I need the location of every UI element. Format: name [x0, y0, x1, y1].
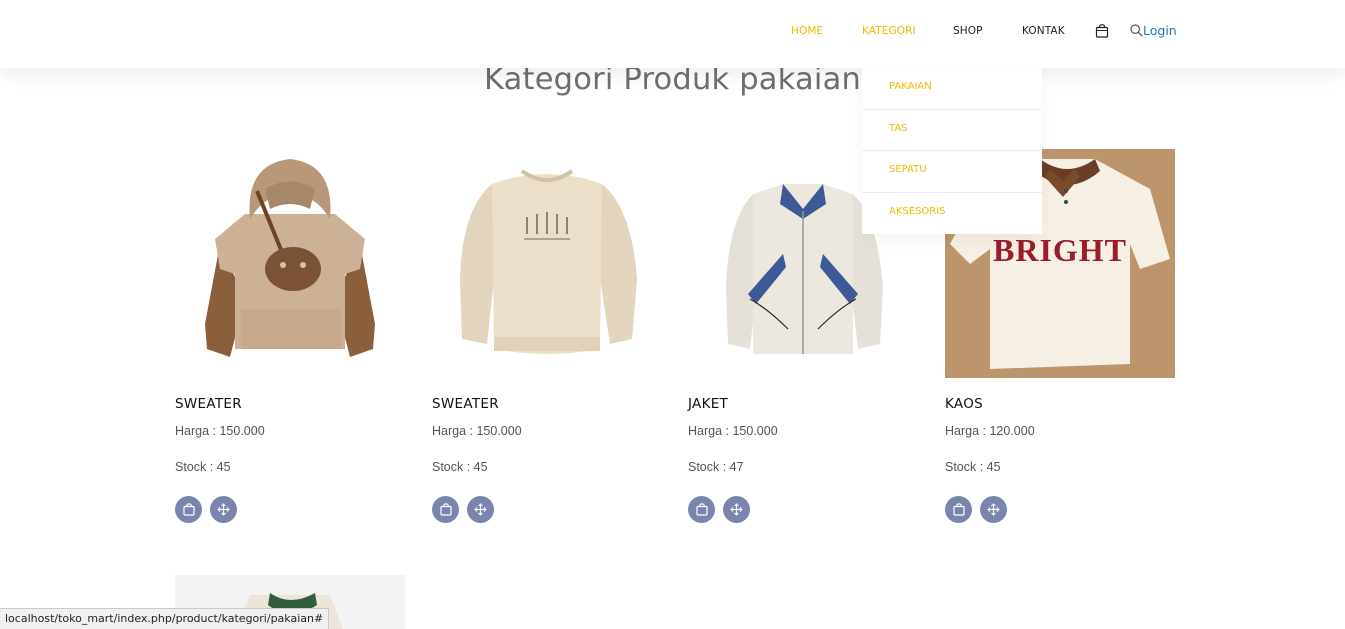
- product-name: SWEATER: [175, 396, 242, 412]
- product-image[interactable]: [432, 149, 662, 378]
- nav-kontak-link[interactable]: KONTAK: [1022, 25, 1065, 37]
- kaos-print-text: BRIGHT: [993, 232, 1127, 268]
- nav-shop-link[interactable]: SHOP: [953, 25, 983, 37]
- kategori-dropdown: PAKAIAN TAS SEPATU AKSESORIS: [862, 68, 1042, 234]
- product-price: Harga : 120.000: [945, 424, 1035, 438]
- view-detail-button[interactable]: [210, 496, 237, 523]
- product-price: Harga : 150.000: [688, 424, 778, 438]
- view-detail-button[interactable]: [467, 496, 494, 523]
- product-stock: Stock : 47: [688, 460, 744, 474]
- nav-kategori-link[interactable]: KATEGORI: [862, 25, 916, 37]
- product-price: Harga : 150.000: [175, 424, 265, 438]
- site-header: HOME KATEGORI SHOP KONTAK Login: [0, 0, 1345, 68]
- add-to-cart-button[interactable]: [945, 496, 972, 523]
- move-arrows-icon: [474, 503, 487, 516]
- product-image[interactable]: [175, 149, 405, 378]
- move-arrows-icon: [217, 503, 230, 516]
- dropdown-item-tas[interactable]: TAS: [862, 110, 1042, 151]
- shopping-bag-icon: [182, 503, 195, 516]
- dropdown-item-sepatu[interactable]: SEPATU: [862, 151, 1042, 193]
- shopping-bag-icon: [695, 503, 708, 516]
- shopping-bag-icon: [439, 503, 452, 516]
- search-icon[interactable]: [1130, 24, 1143, 37]
- add-to-cart-button[interactable]: [432, 496, 459, 523]
- product-stock: Stock : 45: [175, 460, 231, 474]
- shopping-bag-icon: [952, 503, 965, 516]
- view-detail-button[interactable]: [723, 496, 750, 523]
- add-to-cart-button[interactable]: [175, 496, 202, 523]
- move-arrows-icon: [730, 503, 743, 516]
- view-detail-button[interactable]: [980, 496, 1007, 523]
- login-link[interactable]: Login: [1143, 23, 1177, 38]
- shopping-bag-icon[interactable]: [1095, 24, 1109, 38]
- product-name: KAOS: [945, 396, 984, 412]
- product-name: JAKET: [688, 396, 729, 412]
- dropdown-item-aksesoris[interactable]: AKSESORIS: [862, 193, 1042, 235]
- product-price: Harga : 150.000: [432, 424, 522, 438]
- product-name: SWEATER: [432, 396, 499, 412]
- nav-home-link[interactable]: HOME: [791, 25, 823, 37]
- browser-status-bar: localhost/toko_mart/index.php/product/ka…: [0, 608, 330, 629]
- dropdown-item-pakaian[interactable]: PAKAIAN: [862, 68, 1042, 110]
- move-arrows-icon: [987, 503, 1000, 516]
- add-to-cart-button[interactable]: [688, 496, 715, 523]
- product-stock: Stock : 45: [432, 460, 488, 474]
- product-stock: Stock : 45: [945, 460, 1001, 474]
